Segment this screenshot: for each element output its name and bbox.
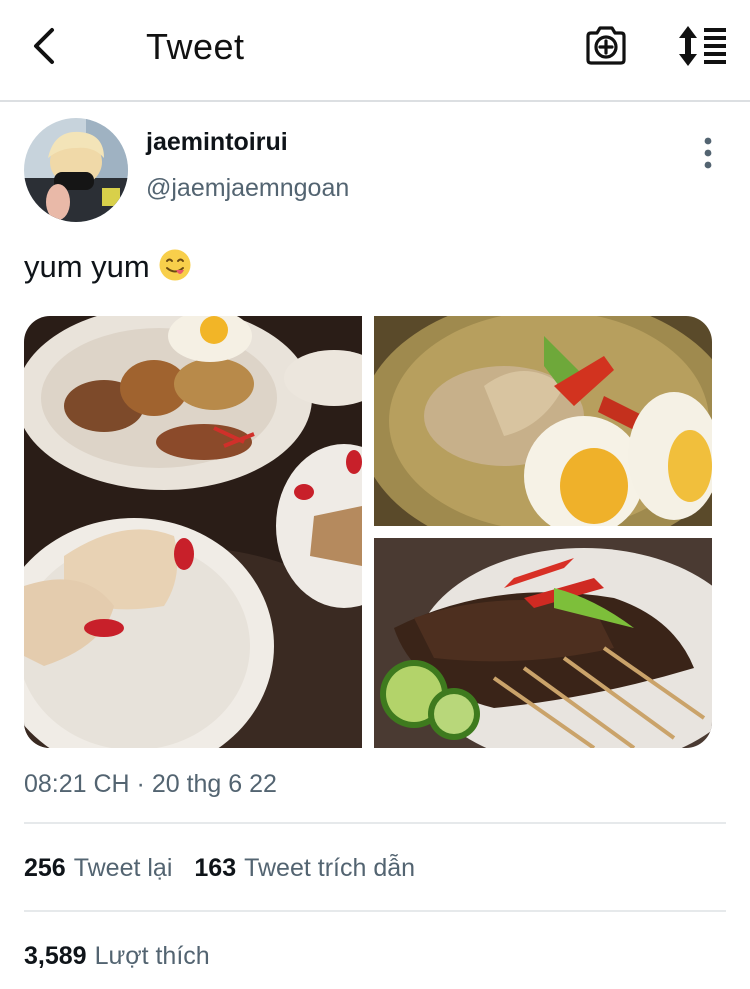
user-display-name[interactable]: jaemintoirui [146, 128, 288, 157]
back-button[interactable] [26, 26, 66, 66]
vertical-ellipsis-icon [704, 137, 712, 169]
quotes-stat[interactable]: 163 Tweet trích dẫn [194, 854, 415, 882]
photo-soup-bowl[interactable] [374, 316, 712, 526]
likes-stat[interactable]: 3,589 Lượt thích [24, 942, 210, 970]
retweets-count: 256 [24, 854, 66, 882]
tweet-text: yum yum [24, 248, 192, 285]
media-grid [24, 316, 712, 748]
chevron-left-icon [34, 28, 54, 64]
avatar-photo [24, 118, 128, 222]
avatar[interactable] [24, 118, 128, 222]
camera-button[interactable] [584, 24, 628, 68]
photo-image [24, 316, 362, 748]
likes-count: 3,589 [24, 942, 87, 970]
photo-satay-skewers[interactable] [374, 538, 712, 748]
quotes-count: 163 [194, 854, 237, 882]
quotes-label: Tweet trích dẫn [244, 854, 416, 882]
sort-button[interactable] [676, 24, 728, 68]
page-title: Tweet [146, 26, 245, 67]
sort-arrows-list-icon [679, 26, 726, 66]
more-options-button[interactable] [692, 136, 724, 170]
top-bar: Tweet [0, 0, 750, 102]
likes-label: Lượt thích [94, 942, 210, 970]
camera-plus-icon [586, 26, 626, 65]
yum-face-emoji-icon [159, 249, 191, 281]
retweets-stat[interactable]: 256 Tweet lại [24, 854, 172, 882]
stats-row-likes: 3,589 Lượt thích [24, 942, 210, 971]
tweet-timestamp: 08:21 CH · 20 thg 6 22 [24, 770, 277, 798]
tweet-body: yum yum [24, 249, 150, 284]
photo-image [374, 538, 712, 748]
divider [24, 822, 726, 824]
stats-row-shares: 256 Tweet lại 163 Tweet trích dẫn [24, 854, 415, 883]
retweets-label: Tweet lại [73, 854, 173, 882]
divider [24, 910, 726, 912]
user-handle[interactable]: @jaemjaemngoan [146, 174, 349, 203]
photo-dessert-plates[interactable] [24, 316, 362, 748]
photo-image [374, 316, 712, 526]
